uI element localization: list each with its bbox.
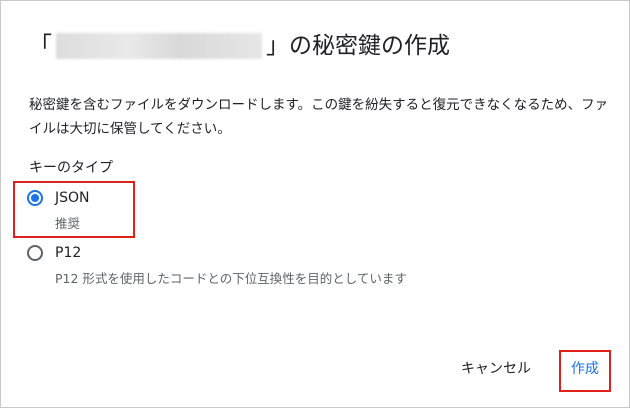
highlight-box-json (13, 181, 135, 238)
option-p12-label: P12 (55, 245, 82, 261)
title-prefix: 「 (29, 33, 52, 59)
dialog-title: 「 」の秘密鍵の作成 (29, 29, 450, 63)
cancel-button[interactable]: キャンセル (461, 359, 531, 379)
radio-p12[interactable] (27, 245, 43, 261)
option-p12-sublabel: P12 形式を使用したコードとの下位互換性を目的としています (55, 271, 407, 286)
highlight-box-create (559, 350, 611, 392)
create-private-key-dialog: 「 」の秘密鍵の作成 秘密鍵を含むファイルをダウンロードします。この鍵を紛失する… (0, 0, 630, 408)
dialog-description: 秘密鍵を含むファイルをダウンロードします。この鍵を紛失すると復元できなくなるため… (29, 97, 609, 137)
redacted-service-account-name (56, 33, 262, 59)
key-type-option-p12[interactable]: P12 P12 形式を使用したコードとの下位互換性を目的としています (27, 242, 407, 290)
title-suffix: 」の秘密鍵の作成 (266, 33, 450, 59)
key-type-label: キーのタイプ (29, 160, 113, 176)
